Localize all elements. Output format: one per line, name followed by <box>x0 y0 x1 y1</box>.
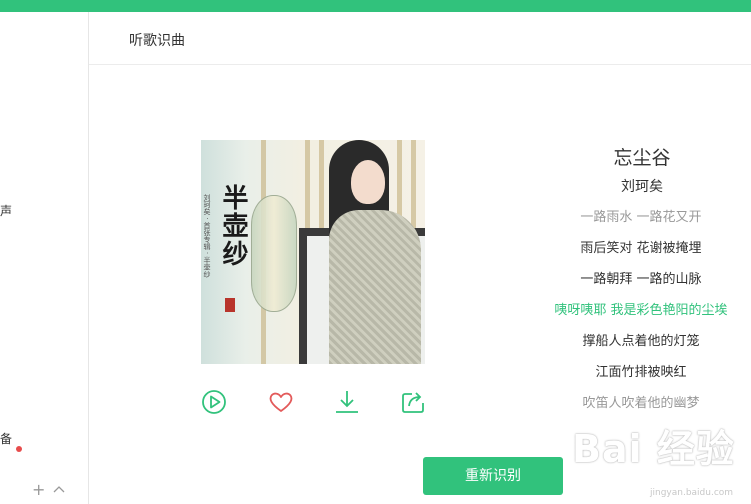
download-icon[interactable] <box>333 388 361 416</box>
album-cover: 刘珂矣 · 首张专辑 · 半壶纱 半壶纱 <box>201 140 425 364</box>
retry-recognition-button[interactable]: 重新识别 <box>423 457 563 495</box>
song-title: 忘尘谷 <box>613 147 671 169</box>
figure-face <box>351 160 385 204</box>
lyric-line: 一路雨水 一路花又开 <box>580 210 702 225</box>
sidebar: 声 备 + <box>0 12 89 504</box>
lyric-line: 撑船人点着他的灯笼 <box>582 334 700 349</box>
lyric-line: 一路朝拜 一路的山脉 <box>580 272 702 287</box>
play-icon[interactable] <box>201 388 229 416</box>
lyric-line: 吹笛人吹着他的幽梦 <box>582 396 700 411</box>
lyric-line: 雨后笑对 花谢被掩埋 <box>580 241 702 256</box>
page-title: 听歌识曲 <box>129 33 185 49</box>
heart-icon[interactable] <box>267 388 295 416</box>
lantern-illustration <box>251 195 297 312</box>
cover-seal <box>225 298 235 312</box>
lyric-line-current: 咦呀咦耶 我是彩色艳阳的尘埃 <box>554 303 728 318</box>
share-icon[interactable] <box>399 388 427 416</box>
notification-dot <box>16 446 22 452</box>
song-artist[interactable]: 刘珂矣 <box>562 176 722 196</box>
action-bar <box>201 388 429 418</box>
cover-subtitle: 刘珂矣 · 首张专辑 · 半壶纱 <box>203 194 211 278</box>
add-playlist-button[interactable]: + <box>32 480 45 499</box>
sidebar-item-partial[interactable]: 声 <box>0 202 12 219</box>
figure-coat <box>329 210 421 364</box>
chevron-up-icon[interactable] <box>52 482 66 496</box>
watermark-logo: Bai 经验 <box>572 427 735 471</box>
watermark-url: jingyan.baidu.com <box>650 488 734 498</box>
page-header: 听歌识曲 <box>89 12 751 65</box>
sidebar-item-partial[interactable]: 备 <box>0 430 12 447</box>
cover-album-title: 半壶纱 <box>218 184 248 268</box>
top-accent-bar <box>0 0 751 12</box>
lyric-line: 江面竹排被映红 <box>595 365 687 380</box>
